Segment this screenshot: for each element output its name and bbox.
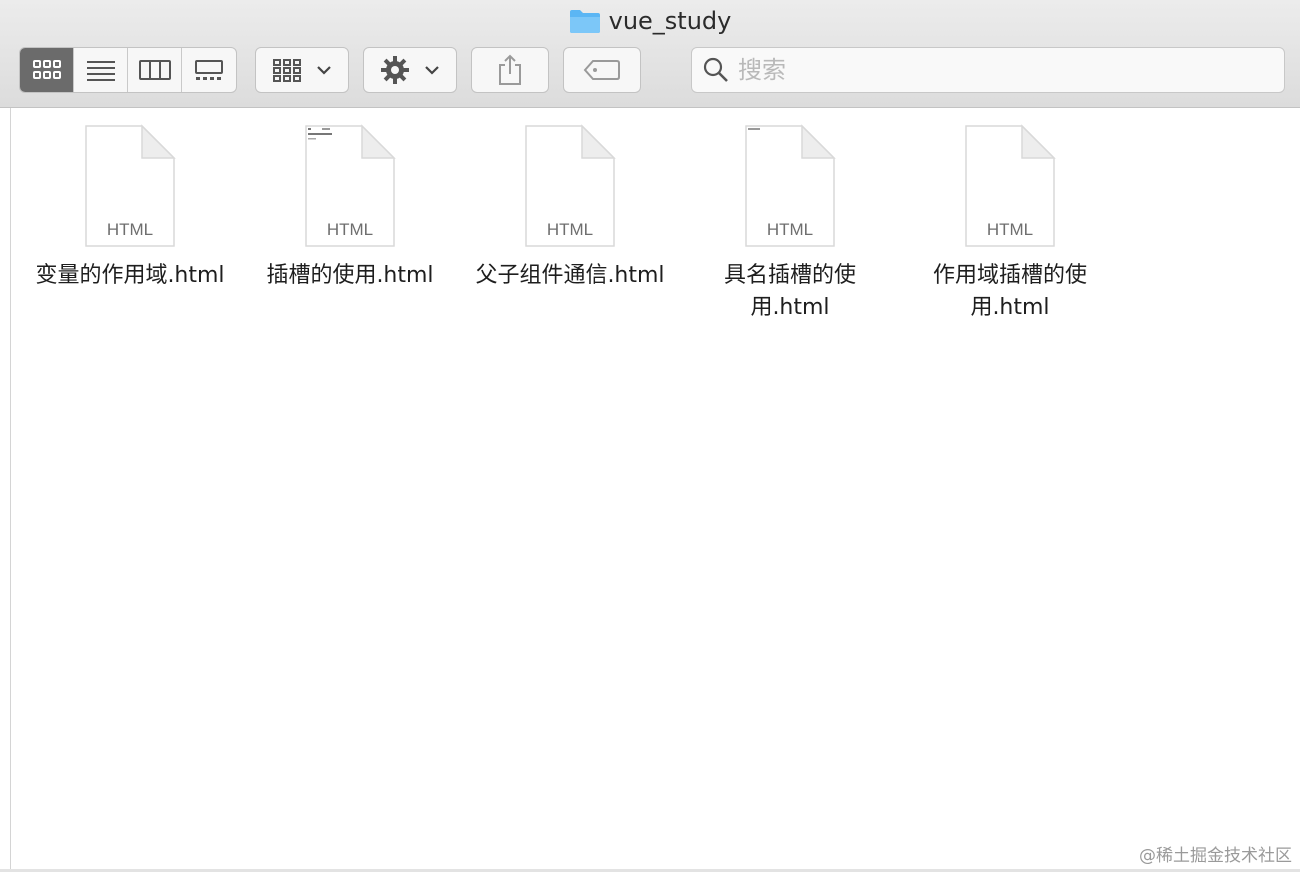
search-input[interactable] — [738, 56, 1258, 84]
file-item[interactable]: HTML 具名插槽的使用.html — [680, 124, 900, 324]
chevron-down-icon — [317, 66, 331, 75]
search-icon — [703, 57, 728, 82]
watermark: @稀土掘金技术社区 — [1139, 846, 1292, 866]
view-mode-control — [19, 47, 237, 93]
folder-icon — [569, 10, 600, 33]
gallery-view-icon — [195, 60, 223, 80]
file-name[interactable]: 变量的作用域.html — [25, 260, 235, 292]
file-item[interactable]: HTML 插槽的使用.html — [240, 124, 460, 292]
file-item[interactable]: HTML 父子组件通信.html — [460, 124, 680, 292]
file-name[interactable]: 具名插槽的使用.html — [685, 260, 895, 324]
tags-button[interactable] — [563, 47, 641, 93]
file-item[interactable]: HTML 作用域插槽的使用.html — [900, 124, 1120, 324]
group-icon — [273, 59, 301, 82]
file-grid: HTML 变量的作用域.html HTML 插槽的使用.html HTML 父子… — [10, 108, 1300, 872]
file-item[interactable]: HTML 变量的作用域.html — [20, 124, 240, 292]
file-name[interactable]: 父子组件通信.html — [465, 260, 675, 292]
search-field[interactable] — [691, 47, 1285, 93]
file-type-label: HTML — [546, 220, 594, 239]
file-type-label: HTML — [986, 220, 1034, 239]
chevron-down-icon — [425, 66, 439, 75]
group-by-button[interactable] — [255, 47, 349, 93]
file-name[interactable]: 作用域插槽的使用.html — [905, 260, 1115, 324]
file-type-label: HTML — [106, 220, 154, 239]
window-title-text: vue_study — [608, 7, 732, 35]
share-icon — [499, 54, 521, 85]
list-view-button[interactable] — [74, 48, 128, 92]
column-view-button[interactable] — [128, 48, 182, 92]
icon-view-button[interactable] — [20, 48, 74, 92]
share-button[interactable] — [471, 47, 549, 93]
tag-icon — [583, 60, 620, 80]
file-name[interactable]: 插槽的使用.html — [245, 260, 455, 292]
file-type-label: HTML — [326, 220, 374, 239]
list-view-icon — [86, 61, 115, 81]
finder-window: vue_study 搜索 HTML 变量的作用域.html HTML 插槽的使用… — [0, 0, 1300, 872]
toolbar: vue_study — [0, 0, 1300, 108]
file-type-label: HTML — [766, 220, 814, 239]
window-title: vue_study — [0, 6, 1300, 36]
action-button[interactable] — [363, 47, 457, 93]
gallery-view-button[interactable] — [182, 48, 236, 92]
column-view-icon — [138, 60, 171, 80]
icon-view-icon — [32, 60, 61, 79]
gear-icon — [381, 56, 409, 84]
